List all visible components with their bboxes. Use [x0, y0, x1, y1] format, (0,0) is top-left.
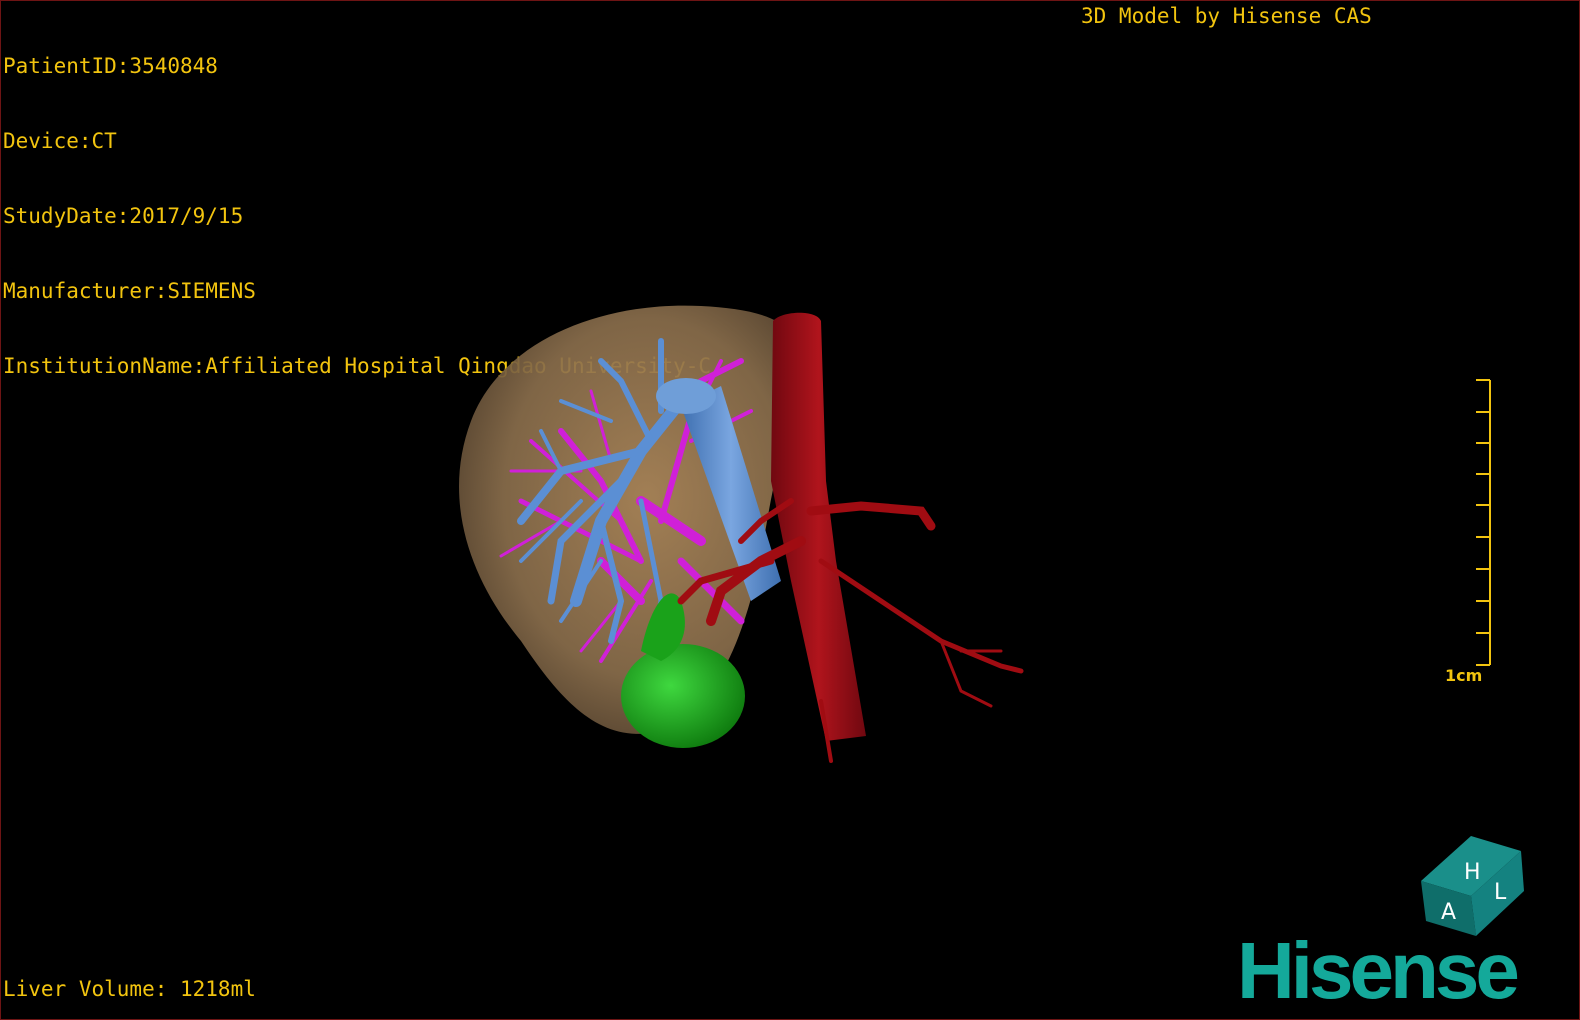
- scale-label: 1cm: [1445, 666, 1483, 685]
- liver-volume-text: Liver Volume: 1218ml: [3, 977, 256, 1001]
- hisense-logo: Hisense: [1237, 926, 1520, 1015]
- scale-bar: [1476, 379, 1491, 666]
- cube-face-top: H: [1464, 860, 1481, 885]
- vena-cava-top: [656, 378, 716, 414]
- cube-face-side: L: [1494, 880, 1507, 905]
- cube-face-front: A: [1441, 900, 1456, 925]
- tumor: [621, 644, 745, 748]
- aorta: [771, 312, 866, 741]
- liver-3d-model[interactable]: [1, 1, 1579, 1019]
- orientation-cube[interactable]: H A L: [1416, 831, 1536, 941]
- 3d-viewport[interactable]: PatientID:3540848 Device:CT StudyDate:20…: [0, 0, 1580, 1020]
